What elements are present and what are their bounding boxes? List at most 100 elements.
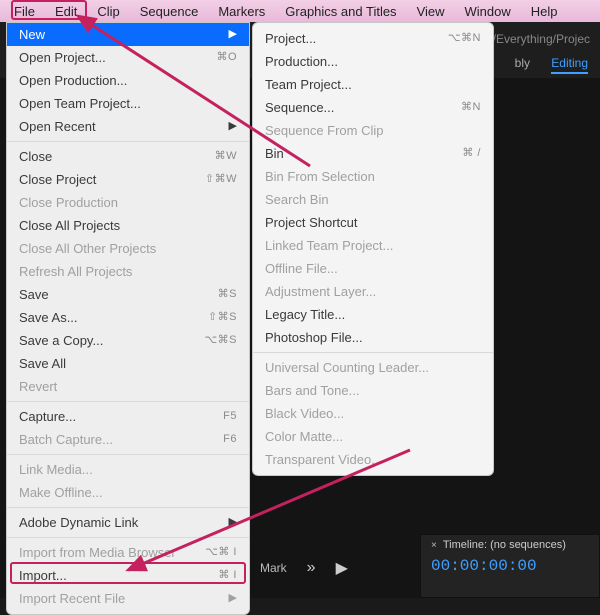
menubar-item-clip[interactable]: Clip: [87, 2, 129, 21]
new-submenu-offline-file: Offline File...: [253, 257, 493, 280]
menubar-item-view[interactable]: View: [407, 2, 455, 21]
shortcut-label: ⌘O: [216, 49, 237, 66]
new-submenu-project[interactable]: Project...⌥⌘N: [253, 27, 493, 50]
file-menu-open-recent[interactable]: Open Recent ▶: [7, 115, 249, 138]
file-menu-save-as[interactable]: Save As...⇧⌘S: [7, 306, 249, 329]
shortcut-label: ⇧⌘W: [205, 171, 237, 188]
menu-item-label: Photoshop File...: [265, 329, 363, 346]
timeline-title: Timeline: (no sequences): [443, 539, 566, 551]
menubar: FileEditClipSequenceMarkersGraphics and …: [0, 0, 600, 22]
file-menu-close[interactable]: Close⌘W: [7, 145, 249, 168]
menu-item-label: Open Production...: [19, 72, 127, 89]
file-menu-close-all-projects[interactable]: Close All Projects: [7, 214, 249, 237]
file-menu-separator: [7, 141, 249, 142]
file-menu-refresh-all-projects: Refresh All Projects: [7, 260, 249, 283]
menu-item-label: Revert: [19, 378, 57, 395]
menu-item-label: Open Recent: [19, 118, 96, 135]
new-submenu: Project...⌥⌘NProduction... Team Project..…: [252, 22, 494, 476]
menu-item-label: Import Recent File: [19, 590, 125, 607]
close-icon[interactable]: ×: [431, 540, 437, 551]
menubar-item-sequence[interactable]: Sequence: [130, 2, 209, 21]
play-icon[interactable]: ▶: [336, 558, 348, 578]
menu-item-label: Offline File...: [265, 260, 338, 277]
new-submenu-search-bin: Search Bin: [253, 188, 493, 211]
menu-item-label: Open Project...: [19, 49, 106, 66]
menu-item-label: Adobe Dynamic Link: [19, 514, 138, 531]
menu-item-label: Universal Counting Leader...: [265, 359, 429, 376]
new-submenu-production[interactable]: Production...: [253, 50, 493, 73]
shortcut-label: ⌘N: [461, 99, 481, 116]
new-submenu-bars-and-tone: Bars and Tone...: [253, 379, 493, 402]
workspace-tab-editing[interactable]: Editing: [551, 56, 588, 74]
menu-item-label: Black Video...: [265, 405, 344, 422]
file-menu-save-all[interactable]: Save All: [7, 352, 249, 375]
chevron-right-icon: ▶: [229, 26, 237, 43]
file-menu-open-team-project[interactable]: Open Team Project...: [7, 92, 249, 115]
new-submenu-transparent-video: Transparent Video...: [253, 448, 493, 471]
file-menu-close-production: Close Production: [7, 191, 249, 214]
menu-item-label: Adjustment Layer...: [265, 283, 376, 300]
menu-item-label: Close Production: [19, 194, 118, 211]
shortcut-label: ⌥⌘ I: [205, 544, 237, 561]
menu-item-label: Save: [19, 286, 49, 303]
file-menu-new[interactable]: New▶: [7, 23, 249, 46]
menubar-item-markers[interactable]: Markers: [208, 2, 275, 21]
file-menu-import[interactable]: Import...⌘ I: [7, 564, 249, 587]
menubar-item-file[interactable]: File: [4, 2, 45, 21]
menu-item-label: Transparent Video...: [265, 451, 382, 468]
menu-item-label: Batch Capture...: [19, 431, 113, 448]
shortcut-label: F6: [223, 431, 237, 448]
menu-item-label: Close All Projects: [19, 217, 120, 234]
new-submenu-sequence-from-clip: Sequence From Clip: [253, 119, 493, 142]
file-menu-import-from-media-browser: Import from Media Browser ⌥⌘ I: [7, 541, 249, 564]
file-menu-open-project[interactable]: Open Project... ⌘O: [7, 46, 249, 69]
file-menu-save-a-copy[interactable]: Save a Copy...⌥⌘S: [7, 329, 249, 352]
menu-item-label: Close Project: [19, 171, 96, 188]
file-menu-close-project[interactable]: Close Project ⇧⌘W: [7, 168, 249, 191]
workspace-tab-other[interactable]: bly: [515, 56, 530, 70]
menubar-item-window[interactable]: Window: [455, 2, 521, 21]
new-submenu-bin-from-selection: Bin From Selection: [253, 165, 493, 188]
menu-item-label: Save As...: [19, 309, 78, 326]
file-menu-import-recent-file: Import Recent File▶: [7, 587, 249, 610]
shortcut-label: ⌘S: [218, 286, 237, 303]
new-submenu-linked-team-project: Linked Team Project...: [253, 234, 493, 257]
menu-item-label: Import...: [19, 567, 67, 584]
new-submenu-bin[interactable]: Bin⌘ /: [253, 142, 493, 165]
chevrons-icon[interactable]: »: [307, 559, 316, 577]
menu-item-label: Linked Team Project...: [265, 237, 393, 254]
file-menu-capture[interactable]: Capture...F5: [7, 405, 249, 428]
new-submenu-sequence[interactable]: Sequence... ⌘N: [253, 96, 493, 119]
new-submenu-project-shortcut[interactable]: Project Shortcut: [253, 211, 493, 234]
new-submenu-universal-counting-leader: Universal Counting Leader...: [253, 356, 493, 379]
shortcut-label: F5: [223, 408, 237, 425]
menubar-item-edit[interactable]: Edit: [45, 2, 87, 21]
menu-item-label: Color Matte...: [265, 428, 343, 445]
menu-item-label: Project Shortcut: [265, 214, 358, 231]
menu-item-label: Bars and Tone...: [265, 382, 359, 399]
menu-item-label: Link Media...: [19, 461, 93, 478]
menu-item-label: Sequence...: [265, 99, 334, 116]
menu-item-label: Save a Copy...: [19, 332, 103, 349]
menu-item-label: Team Project...: [265, 76, 352, 93]
file-menu-separator: [7, 454, 249, 455]
new-submenu-black-video: Black Video...: [253, 402, 493, 425]
menubar-item-graphics-and-titles[interactable]: Graphics and Titles: [275, 2, 406, 21]
file-menu-save[interactable]: Save ⌘S: [7, 283, 249, 306]
menu-item-label: Refresh All Projects: [19, 263, 132, 280]
new-submenu-photoshop-file[interactable]: Photoshop File...: [253, 326, 493, 349]
shortcut-label: ⌘ /: [462, 145, 481, 162]
menu-item-label: Close: [19, 148, 52, 165]
menu-item-label: Make Offline...: [19, 484, 103, 501]
new-submenu-team-project[interactable]: Team Project...: [253, 73, 493, 96]
menu-item-label: Bin From Selection: [265, 168, 375, 185]
mark-label: Mark: [260, 561, 287, 575]
menu-item-label: Import from Media Browser: [19, 544, 176, 561]
chevron-right-icon: ▶: [229, 118, 237, 135]
menu-item-label: Legacy Title...: [265, 306, 345, 323]
menu-item-label: Open Team Project...: [19, 95, 141, 112]
file-menu-adobe-dynamic-link[interactable]: Adobe Dynamic Link▶: [7, 511, 249, 534]
menubar-item-help[interactable]: Help: [521, 2, 568, 21]
new-submenu-legacy-title[interactable]: Legacy Title...: [253, 303, 493, 326]
file-menu-open-production[interactable]: Open Production...: [7, 69, 249, 92]
